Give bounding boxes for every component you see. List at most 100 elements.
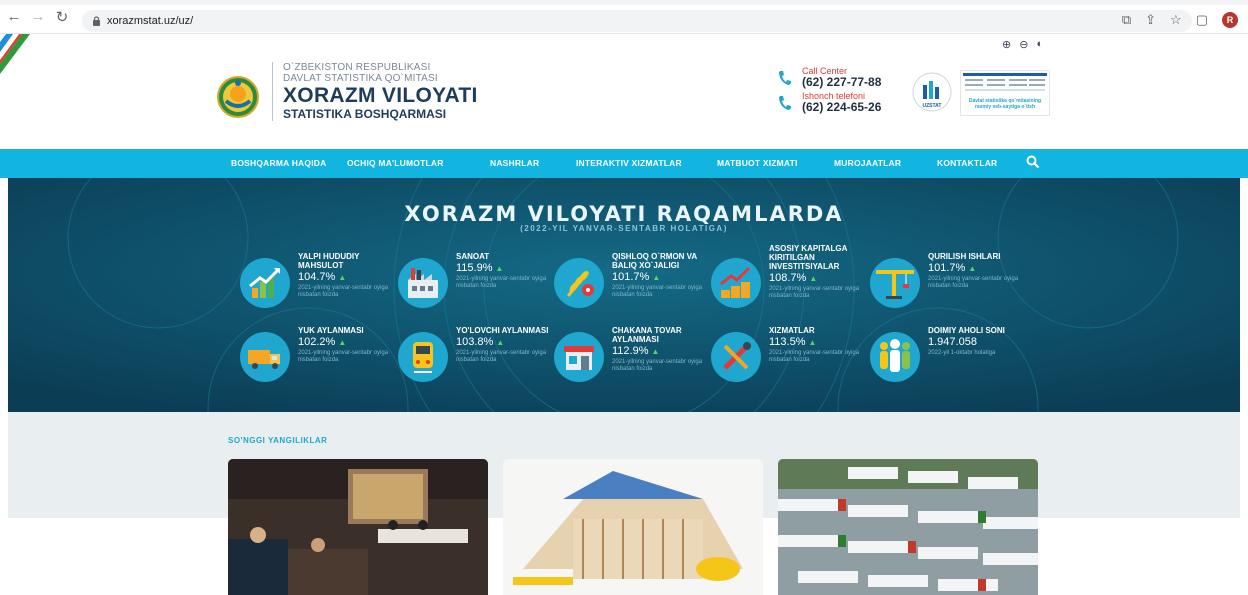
translate-icon[interactable]: ⧉ <box>1122 12 1131 28</box>
stat-item-freight[interactable]: YUK AYLANMASI 102.2% ▲ 2021-yilning yanva… <box>240 326 390 386</box>
stat-name: YUK AYLANMASI <box>298 326 364 335</box>
side-panel-icon[interactable]: ▢ <box>1196 12 1208 28</box>
up-arrow-icon: ▲ <box>495 264 504 273</box>
news-heading: SO'NGGI YANGILIKLAR <box>228 436 328 445</box>
lock-icon <box>93 16 100 26</box>
stat-name: YO'LOVCHI AYLANMASI <box>456 326 549 335</box>
zoom-out-icon[interactable]: ⊖ <box>1019 38 1028 51</box>
stat-value: 112.9% <box>612 345 649 357</box>
menu-item-appeals[interactable]: MUROJAATLAR <box>834 158 901 168</box>
stat-name: QISHLOQ O`RMON VA BALIQ XO`JALIGI <box>612 252 697 270</box>
up-arrow-icon: ▲ <box>809 274 818 283</box>
call-center-number[interactable]: (62) 227-77-88 <box>802 76 881 89</box>
stat-value: 113.5% <box>769 336 806 348</box>
stat-name: YALPI HUDUDIY MAHSULOT <box>298 252 360 270</box>
committee-label: DAVLAT STATISTIKA QO`MITASI <box>283 73 438 84</box>
news-card[interactable] <box>503 459 763 595</box>
stat-note: 2021-yilning yanvar-sentabr oyiga nisbat… <box>456 350 547 363</box>
stat-name: SANOAT <box>456 252 490 261</box>
phone-icon <box>779 70 791 85</box>
stat-value: 101.7% <box>928 262 966 274</box>
menu-item-press[interactable]: MATBUOT XIZMATI <box>717 158 798 168</box>
stat-item-industry[interactable]: SANOAT 115.9% ▲ 2021-yilning yanvar-senta… <box>398 252 548 312</box>
stat-item-retail[interactable]: CHAKANA TOVAR AYLANMASI 112.9% ▲ 2021-yil… <box>554 326 704 386</box>
up-arrow-icon: ▲ <box>338 338 347 347</box>
zoom-in-icon[interactable]: ⊕ <box>1002 38 1011 51</box>
news-card[interactable] <box>778 459 1038 595</box>
browser-tabstrip <box>0 0 1248 5</box>
url-text: xorazmstat.uz/uz/ <box>107 15 194 27</box>
stats-section: XORAZM VILOYATI RAQAMLARDA (2022-YIL YAN… <box>8 178 1240 412</box>
up-arrow-icon: ▲ <box>968 264 977 273</box>
emblem-logo[interactable] <box>216 75 260 119</box>
profile-avatar[interactable]: R <box>1222 12 1238 28</box>
stat-name: ASOSIY KAPITALGA KIRITILGAN INVESTITSIYA… <box>769 244 848 271</box>
address-bar[interactable]: xorazmstat.uz/uz/ <box>82 10 1192 32</box>
growth-chart-icon <box>249 268 280 298</box>
stat-value: 103.8% <box>456 336 494 348</box>
accessibility-tools: ⊕ ⊖ ◐ <box>1002 38 1043 51</box>
stat-note: 2021-yilning yanvar-sentabr oyiga nisbat… <box>612 285 703 298</box>
contrast-icon[interactable]: ◐ <box>1036 38 1043 51</box>
search-icon[interactable] <box>1026 155 1040 169</box>
menu-item-about[interactable]: BOSHQARMA HAQIDA <box>231 158 326 168</box>
site-title-block[interactable]: O`ZBEKISTON RESPUBLIKASI DAVLAT STATISTI… <box>272 62 478 121</box>
back-icon[interactable]: ← <box>4 7 24 27</box>
news-photo-trucks <box>778 459 1038 595</box>
stat-item-agriculture[interactable]: QISHLOQ O`RMON VA BALIQ XO`JALIGI 101.7%… <box>554 252 704 312</box>
menu-item-contacts[interactable]: KONTAKTLAR <box>937 158 997 168</box>
stat-item-passenger[interactable]: YO'LOVCHI AYLANMASI 103.8% ▲ 2021-yilning… <box>398 326 548 386</box>
forward-icon[interactable]: → <box>28 7 48 27</box>
banner-text: Davlat statistika qo`mitasining rasmiy v… <box>968 98 1042 110</box>
up-arrow-icon: ▲ <box>808 338 817 347</box>
uzstat-logo[interactable]: UZSTAT <box>912 72 952 112</box>
stat-name: QURILISH ISHLARI <box>928 252 1001 261</box>
menu-item-interactive-services[interactable]: INTERAKTIV XIZMATLAR <box>576 158 682 168</box>
republic-label: O`ZBEKISTON RESPUBLIKASI <box>283 62 431 73</box>
shop-icon <box>564 346 594 370</box>
uzstat-text: UZSTAT <box>923 103 942 109</box>
stat-value: 101.7% <box>612 271 650 283</box>
wheat-icon <box>566 271 594 297</box>
truck-icon <box>248 350 280 369</box>
stat-note: 2021-yilning yanvar-sentabr oyiga nisbat… <box>928 276 1019 289</box>
stat-committee-banner[interactable]: Davlat statistika qo`mitasining rasmiy v… <box>960 70 1050 116</box>
stat-item-grp[interactable]: YALPI HUDUDIY MAHSULOT 104.7% ▲ 2021-yiln… <box>240 252 390 312</box>
stat-note: 2021-yilning yanvar-sentabr oyiga nisbat… <box>612 359 703 372</box>
news-photo-conference <box>228 459 488 595</box>
flag-stripe-decoration <box>0 34 30 74</box>
banner-image <box>963 73 1047 91</box>
stats-subtitle: (2022-YIL YANVAR-SENTABR HOLATIGA) <box>520 224 728 233</box>
stat-value: 1.947.058 <box>928 336 977 348</box>
stat-item-services[interactable]: XIZMATLAR 113.5% ▲ 2021-yilning yanvar-se… <box>711 326 861 386</box>
investment-icon <box>720 266 751 298</box>
up-arrow-icon: ▲ <box>652 273 661 282</box>
stat-note: 2021-yilning yanvar-sentabr oyiga nisbat… <box>456 276 547 289</box>
stat-note: 2021-yilning yanvar-sentabr oyiga nisbat… <box>769 286 860 299</box>
menu-item-publications[interactable]: NASHRLAR <box>490 158 539 168</box>
news-photo-house <box>503 459 763 595</box>
up-arrow-icon: ▲ <box>496 338 505 347</box>
contact-block: Call Center (62) 227-77-88 Ishonch telef… <box>778 66 881 114</box>
site-title: XORAZM VILOYATI <box>283 84 478 107</box>
stat-item-construction[interactable]: QURILISH ISHLARI 101.7% ▲ 2021-yilning ya… <box>870 252 1020 312</box>
crane-icon <box>876 270 914 299</box>
bookmark-star-icon[interactable]: ☆ <box>1170 12 1182 28</box>
stat-value: 104.7% <box>298 271 336 283</box>
phone-icon <box>779 95 791 110</box>
stat-item-population[interactable]: DOIMIY AHOLI SONI 1.947.058 2022-yil 1-o… <box>870 326 1020 386</box>
reload-icon[interactable]: ↻ <box>52 7 72 27</box>
browser-toolbar: ← → ↻ xorazmstat.uz/uz/ ⧉ ⇪ ☆ ▢ R <box>0 0 1248 34</box>
stat-name: CHAKANA TOVAR AYLANMASI <box>612 326 682 344</box>
trust-phone-number[interactable]: (62) 224-65-26 <box>802 101 881 114</box>
news-card[interactable] <box>228 459 488 595</box>
site-subtitle: STATISTIKA BOSHQARMASI <box>283 107 447 121</box>
stats-title: XORAZM VILOYATI RAQAMLARDA <box>404 202 844 226</box>
share-icon[interactable]: ⇪ <box>1145 12 1156 28</box>
stat-value: 108.7% <box>769 272 807 284</box>
stat-value: 102.2% <box>298 336 336 348</box>
stat-note: 2022-yil 1-oktabr holatiga <box>928 350 996 356</box>
menu-item-open-data[interactable]: OCHIQ MA'LUMOTLAR <box>347 158 444 168</box>
stat-item-investment[interactable]: ASOSIY KAPITALGA KIRITILGAN INVESTITSIYA… <box>711 244 861 308</box>
stat-name: XIZMATLAR <box>769 326 815 335</box>
